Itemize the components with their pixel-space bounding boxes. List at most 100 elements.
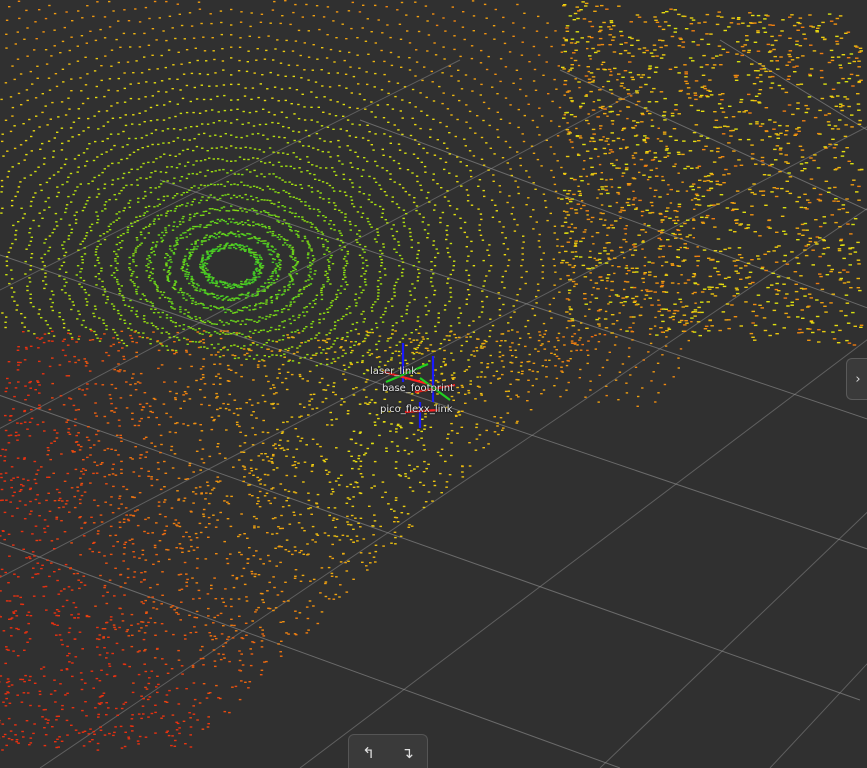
cloud-point <box>629 21 633 23</box>
cloud-point <box>667 328 672 330</box>
cloud-point <box>498 351 502 353</box>
cloud-point <box>589 72 594 74</box>
cloud-point <box>750 144 754 146</box>
cloud-point <box>824 114 828 116</box>
cloud-point <box>89 30 92 32</box>
cloud-point <box>700 94 704 97</box>
cloud-point <box>768 24 772 26</box>
cloud-point <box>328 267 331 269</box>
cloud-point <box>59 218 63 220</box>
cloud-point <box>834 221 838 224</box>
cloud-point <box>585 327 589 329</box>
cloud-point <box>303 235 307 238</box>
cloud-point <box>346 335 349 338</box>
cloud-point <box>323 253 326 255</box>
cloud-point <box>47 332 51 335</box>
cloud-point <box>557 197 560 199</box>
3d-viewport[interactable]: laser_link base_footprint pico_flexx_lin… <box>0 0 867 768</box>
cloud-point <box>582 231 587 233</box>
cloud-point <box>269 284 273 286</box>
cloud-point <box>804 245 808 247</box>
cloud-point <box>240 136 243 139</box>
cloud-point <box>101 286 104 288</box>
cloud-point <box>284 181 287 183</box>
cloud-point <box>606 115 609 117</box>
cloud-point <box>499 80 502 83</box>
cloud-point <box>819 52 824 55</box>
cloud-point <box>569 177 574 180</box>
cloud-point <box>358 254 362 256</box>
cloud-point <box>270 202 273 204</box>
cloud-point <box>384 310 387 313</box>
cloud-point <box>5 265 9 267</box>
cloud-point <box>661 179 665 182</box>
cloud-point <box>817 341 821 343</box>
cloud-point <box>440 187 443 189</box>
cloud-point <box>1 140 4 143</box>
cloud-point <box>326 126 330 128</box>
cloud-point <box>517 343 521 346</box>
cloud-point <box>586 47 589 50</box>
cloud-point <box>76 186 79 188</box>
cloud-point <box>648 65 652 67</box>
cloud-point <box>443 338 446 341</box>
cloud-point <box>433 289 437 292</box>
cloud-point <box>121 177 125 179</box>
cloud-point <box>644 141 648 144</box>
cloud-point <box>439 221 442 224</box>
cloud-point <box>301 93 304 95</box>
cloud-point <box>366 217 369 220</box>
cloud-point <box>246 293 250 295</box>
cloud-point <box>354 328 358 331</box>
cloud-point <box>603 108 607 110</box>
cloud-point <box>823 38 827 40</box>
cloud-point <box>605 137 610 140</box>
cloud-point <box>659 327 663 329</box>
cloud-point <box>17 0 21 2</box>
cloud-point <box>621 172 626 174</box>
cloud-point <box>314 298 317 300</box>
cloud-point <box>383 191 387 193</box>
cloud-point <box>716 147 720 150</box>
cloud-point <box>377 234 380 236</box>
cloud-point <box>618 312 621 314</box>
cloud-point <box>272 279 275 282</box>
cloud-point <box>293 267 296 269</box>
cloud-point <box>262 302 265 305</box>
cloud-point <box>26 289 29 292</box>
cloud-point <box>757 102 762 104</box>
cloud-point <box>108 26 112 28</box>
cloud-point <box>418 272 421 274</box>
cloud-point <box>527 333 530 335</box>
cloud-point <box>568 308 573 310</box>
cloud-point <box>239 21 243 23</box>
cloud-point <box>625 167 629 169</box>
cloud-point <box>349 196 353 198</box>
cloud-point <box>185 263 188 265</box>
cloud-point <box>188 251 191 254</box>
cloud-point <box>194 315 197 318</box>
cloud-point <box>668 217 672 219</box>
cloud-point <box>607 303 610 305</box>
cloud-point <box>290 103 293 105</box>
cloud-point <box>282 189 285 192</box>
cloud-point <box>227 333 230 335</box>
cloud-point <box>94 254 98 256</box>
cloud-point <box>295 273 299 275</box>
cloud-point <box>349 229 352 231</box>
cloud-point <box>411 117 414 119</box>
cloud-point <box>299 357 302 359</box>
cloud-point <box>607 143 610 146</box>
cloud-point <box>308 245 311 247</box>
cloud-point <box>827 187 832 189</box>
cloud-point <box>414 75 417 77</box>
cloud-point <box>287 127 290 129</box>
cloud-point <box>663 21 668 23</box>
cloud-point <box>207 332 211 334</box>
cloud-point <box>683 222 687 225</box>
cloud-point <box>185 84 189 87</box>
cloud-point <box>210 276 213 278</box>
cloud-point <box>390 228 393 230</box>
cloud-point <box>364 337 367 340</box>
cloud-point <box>599 127 602 130</box>
